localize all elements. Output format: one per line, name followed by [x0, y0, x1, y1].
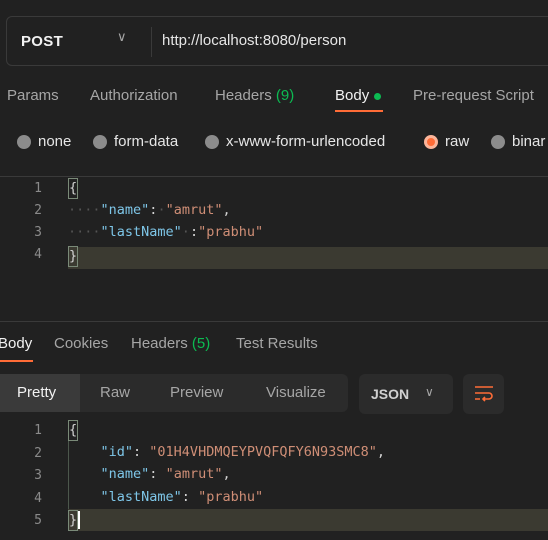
tab-response-headers[interactable]: Headers (5): [131, 335, 210, 352]
radio-raw[interactable]: raw: [424, 133, 469, 150]
brace: {: [68, 178, 79, 199]
url-bar: POST ∨ http://localhost:8080/person: [6, 16, 548, 66]
line-number: 2: [34, 203, 42, 218]
brace: {: [68, 420, 79, 441]
brace: }: [68, 510, 79, 531]
radio-icon: [17, 134, 31, 149]
format-select[interactable]: JSON ∨: [359, 374, 453, 414]
view-visualize[interactable]: Visualize: [266, 384, 326, 401]
url-input[interactable]: http://localhost:8080/person: [162, 32, 346, 49]
chevron-down-icon: ∨: [425, 385, 434, 399]
chevron-down-icon[interactable]: ∨: [117, 29, 127, 45]
wrap-lines-button[interactable]: [463, 374, 504, 414]
line-number: 1: [34, 423, 42, 438]
tab-body[interactable]: Body: [335, 87, 382, 104]
radio-icon: [205, 134, 219, 149]
line-number: 4: [34, 247, 42, 262]
text-cursor: [78, 511, 81, 529]
tab-params[interactable]: Params: [7, 87, 59, 104]
view-pretty[interactable]: Pretty: [17, 384, 56, 401]
current-line-highlight: [68, 509, 548, 531]
tab-label: Body: [335, 87, 370, 104]
line-number: 1: [34, 181, 42, 196]
line-number: 3: [34, 468, 42, 483]
json-key: "name": [100, 202, 150, 218]
json-value: "prabhu": [198, 224, 264, 240]
tab-test-results[interactable]: Test Results: [236, 335, 318, 352]
line-number: 2: [34, 446, 42, 461]
divider: [151, 27, 152, 57]
view-preview[interactable]: Preview: [170, 384, 223, 401]
json-value: "prabhu": [198, 489, 264, 505]
radio-icon: [93, 134, 107, 149]
tab-label: Headers: [215, 87, 272, 104]
tab-label: Headers: [131, 335, 188, 352]
radio-selected-icon: [424, 134, 438, 149]
json-value: "amrut": [165, 466, 223, 482]
radio-none[interactable]: none: [17, 133, 71, 150]
radio-label: x-www-form-urlencoded: [226, 133, 386, 150]
json-key: "id": [100, 444, 134, 460]
radio-icon: [491, 134, 505, 149]
radio-urlencoded[interactable]: x-www-form-urlencoded: [205, 133, 385, 150]
radio-binary[interactable]: binar: [491, 133, 545, 150]
line-number: 3: [34, 225, 42, 240]
request-body-editor[interactable]: 1 2 3 4 { ····"name":·"amrut", ····"last…: [0, 176, 548, 322]
line-number: 5: [34, 513, 42, 528]
json-key: "name": [100, 466, 150, 482]
radio-label: binar: [512, 133, 546, 150]
count-badge: (5): [191, 335, 211, 352]
json-key: "lastName": [100, 489, 182, 505]
view-raw[interactable]: Raw: [100, 384, 130, 401]
format-label: JSON: [371, 386, 410, 402]
active-tab-underline: [335, 110, 383, 112]
count-badge: (9): [275, 87, 295, 104]
tab-cookies[interactable]: Cookies: [54, 335, 108, 352]
json-value: "01H4VHDMQEYPVQFQFY6N93SMC8": [149, 444, 377, 460]
active-tab-underline: [0, 360, 33, 362]
tab-response-body[interactable]: Body: [0, 335, 32, 352]
radio-label: raw: [445, 133, 470, 150]
radio-label: form-data: [114, 133, 179, 150]
json-key: "lastName": [100, 224, 182, 240]
line-number: 4: [34, 491, 42, 506]
method-select[interactable]: POST: [21, 33, 63, 50]
radio-label: none: [38, 133, 72, 150]
wrap-lines-icon: [475, 386, 493, 402]
current-line-highlight: [68, 247, 548, 269]
json-value: "amrut": [165, 202, 223, 218]
tab-pre-request-script[interactable]: Pre-request Script: [413, 87, 534, 104]
tab-authorization[interactable]: Authorization: [90, 87, 178, 104]
status-dot: [374, 92, 382, 100]
radio-form-data[interactable]: form-data: [93, 133, 178, 150]
brace: }: [68, 246, 79, 267]
tab-headers[interactable]: Headers (9): [215, 87, 294, 104]
